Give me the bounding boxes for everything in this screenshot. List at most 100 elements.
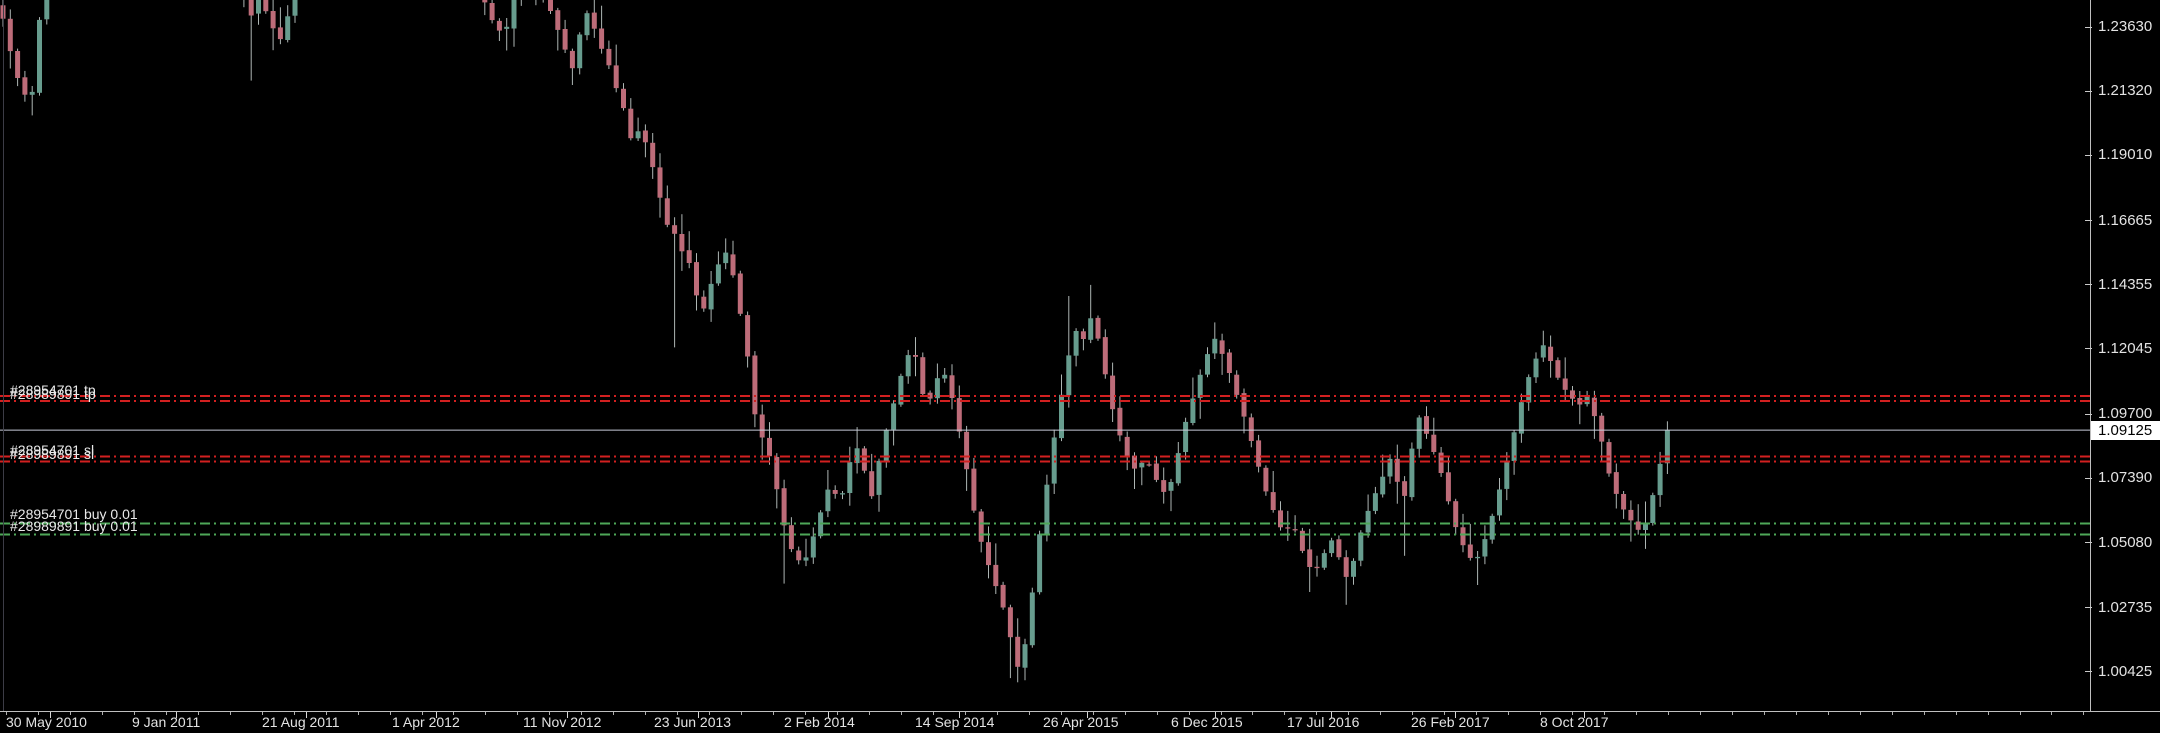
candle [920,357,925,394]
candle [979,512,984,542]
candle [1351,561,1356,577]
candle [964,432,969,469]
candle [804,557,809,560]
candle [482,0,487,2]
candle [293,0,298,16]
candle [658,167,663,197]
candle [1482,539,1487,556]
candle [1161,480,1166,492]
candle [1110,376,1115,410]
candle [1030,593,1035,646]
candle [862,448,867,470]
current-price-value: 1.09125 [2098,422,2152,439]
candle [1417,418,1422,449]
candle [1402,481,1407,496]
date-axis-minor-tick [358,712,359,715]
candle [1212,339,1217,354]
candle [1139,463,1144,468]
candle [1271,492,1276,510]
candle [1220,340,1225,354]
candle [1358,533,1363,561]
candle [1074,331,1079,356]
candle [599,29,604,49]
price-axis-border [2090,0,2091,712]
candle [847,462,852,493]
candle [1322,553,1327,568]
candle [694,262,699,295]
candle [249,0,254,15]
candle [716,264,721,283]
candle [1263,468,1268,492]
date-axis-minor-tick [901,712,902,715]
candles-layer [1,0,1670,682]
candle [1096,318,1101,339]
candle [1555,360,1560,378]
candle [1205,354,1210,375]
candle [789,525,794,549]
date-axis-label: 8 Oct 2017 [1540,714,1609,731]
date-axis-minor-tick [1157,712,1158,715]
candle [1607,442,1612,473]
date-axis-minor-tick [390,712,391,715]
candle [628,109,633,139]
price-axis-tick [2085,155,2092,156]
candle [738,274,743,314]
date-axis-minor-tick [1828,712,1829,715]
price-axis-tick [2085,91,2092,92]
trading-chart-window: #28954701 tp#28989891 tp#28954701 sl#289… [0,0,2160,733]
candle [672,225,677,234]
candle [1329,540,1334,553]
candle [993,565,998,586]
candle [1037,534,1042,592]
candle [614,65,619,88]
price-axis-label: 1.14355 [2098,277,2152,293]
candle [942,375,947,379]
candle [1409,449,1414,498]
date-axis-label: 11 Nov 2012 [523,714,601,731]
date-axis-minor-tick [773,712,774,715]
candle [577,35,582,69]
date-axis-minor-tick [1796,712,1797,715]
candle [1103,337,1108,374]
date-axis-minor-tick [1892,712,1893,715]
date-axis-minor-tick [485,712,486,715]
candle [22,77,27,94]
candle [825,490,830,512]
candle [833,490,838,494]
candle [1636,522,1641,530]
candle [621,89,626,108]
candle [1380,477,1385,495]
price-axis-label: 1.02735 [2098,600,2152,616]
price-axis-tick [2085,284,2092,285]
date-axis-minor-tick [230,712,231,715]
candle [263,0,268,11]
candle [782,488,787,525]
price-axis-tick [2085,607,2092,608]
candle [606,49,611,65]
candle [1023,644,1028,668]
candle [687,250,692,263]
candle [497,21,502,31]
date-axis-label: 14 Sep 2014 [915,714,994,731]
date-axis-minor-tick [1988,712,1989,715]
candle [15,51,20,78]
candle [1614,472,1619,494]
chart-plot-area[interactable] [0,0,2090,712]
candle [957,398,962,431]
candle [256,0,261,14]
candle [731,254,736,275]
candle [891,403,896,429]
candle [1628,510,1633,521]
price-axis-label: 1.07390 [2098,470,2152,486]
candle [1504,461,1509,489]
candle [1088,318,1093,340]
price-axis-tick [2085,348,2092,349]
candle [1424,416,1429,434]
candle [1081,331,1086,339]
candle [767,438,772,456]
candle [1198,375,1203,398]
candle [723,253,728,264]
candle [950,375,955,398]
candle [1475,557,1480,558]
candle [643,131,648,143]
